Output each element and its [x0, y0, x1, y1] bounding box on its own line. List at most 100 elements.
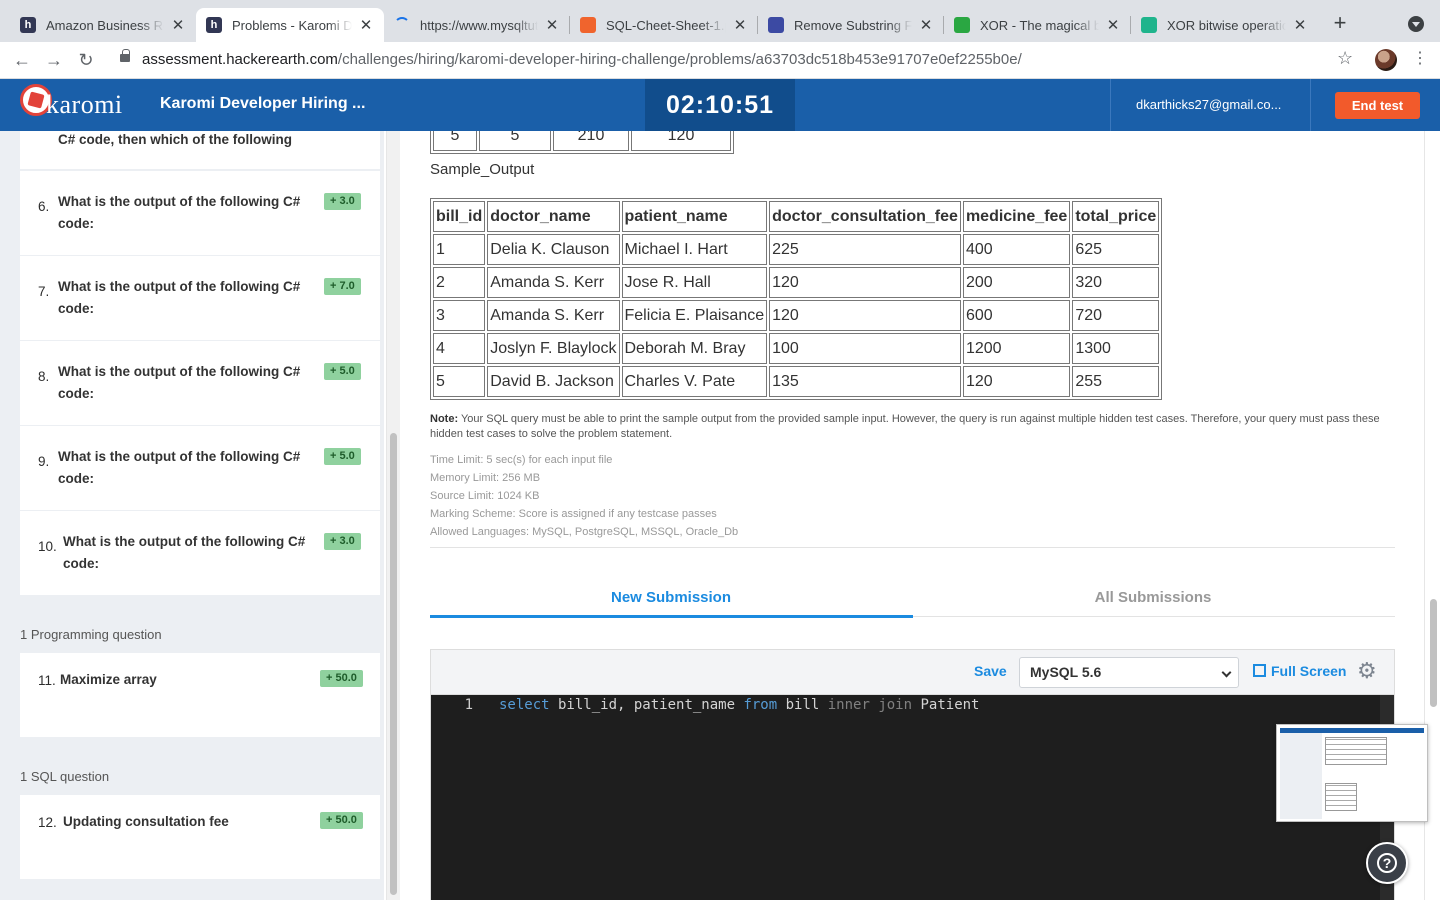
code-editor[interactable]: 1 select bill_id, patient_name from bill…	[430, 694, 1395, 900]
column-header: total_price	[1072, 201, 1160, 232]
table-cell: 600	[962, 300, 1071, 331]
score-badge: + 5.0	[324, 363, 361, 380]
forward-icon[interactable]: →	[44, 50, 64, 70]
address-bar[interactable]: assessment.hackerearth.com/challenges/hi…	[108, 46, 1366, 75]
question-text: Updating consultation fee	[63, 814, 229, 829]
browser-tab[interactable]: https://www.mysqltut ✕	[384, 8, 570, 42]
leaf-icon	[1141, 17, 1157, 33]
limit-line: Allowed Languages: MySQL, PostgreSQL, MS…	[430, 526, 739, 538]
table-cell: Amanda S. Kerr	[487, 300, 620, 331]
browser-tab[interactable]: Remove Substring Fro ✕	[758, 8, 944, 42]
reload-icon[interactable]: ↻	[76, 50, 96, 70]
tab-all-submissions[interactable]: All Submissions	[912, 589, 1394, 606]
browser-tab[interactable]: h Amazon Business Res ✕	[10, 8, 196, 42]
tab-title: Amazon Business Res	[46, 17, 164, 33]
sidebar-scroll-thumb[interactable]	[390, 433, 397, 895]
question-card-9[interactable]: 9. What is the output of the following C#…	[20, 426, 380, 510]
language-select[interactable]: MySQL 5.6	[1019, 657, 1239, 688]
logo-text: karomi	[46, 90, 123, 119]
close-icon[interactable]: ✕	[1105, 16, 1121, 34]
browser-tab[interactable]: XOR - The magical bit ✕	[944, 8, 1131, 42]
tab-separator	[569, 16, 570, 34]
save-button[interactable]: Save	[974, 663, 1007, 679]
table-cell: 120	[962, 366, 1071, 397]
question-number: 6.	[38, 199, 50, 214]
url-text[interactable]: assessment.hackerearth.com/challenges/hi…	[142, 51, 1022, 68]
score-badge: + 50.0	[320, 670, 363, 687]
close-icon[interactable]: ✕	[358, 16, 374, 34]
table-cell: Delia K. Clauson	[487, 234, 620, 265]
profile-avatar[interactable]	[1375, 49, 1397, 71]
help-button[interactable]: ?	[1366, 842, 1408, 884]
limit-line: Memory Limit: 256 MB	[430, 472, 541, 484]
hackerearth-icon: h	[20, 17, 36, 33]
question-number: 12.	[38, 815, 57, 830]
table-cell: 1300	[1072, 333, 1160, 364]
close-icon[interactable]: ✕	[918, 16, 934, 34]
tab-title: XOR - The magical bit	[980, 17, 1099, 33]
close-icon[interactable]: ✕	[544, 16, 560, 34]
column-header: medicine_fee	[962, 201, 1071, 232]
table-cell: 625	[1072, 234, 1160, 265]
gear-icon[interactable]: ⚙	[1357, 660, 1379, 682]
screen-preview-thumbnail[interactable]	[1276, 724, 1428, 822]
page-scroll-thumb[interactable]	[1430, 599, 1437, 707]
table-cell: Joslyn F. Blaylock	[487, 333, 620, 364]
sidebar-scrollbar[interactable]	[386, 131, 400, 900]
question-card-7[interactable]: 7. What is the output of the following C#…	[20, 256, 380, 340]
table-cell: 120	[631, 131, 731, 151]
question-card-11[interactable]: 11. Maximize array + 50.0	[20, 653, 380, 737]
tab-new-submission[interactable]: New Submission	[430, 589, 912, 606]
editor-gutter: 1	[431, 695, 487, 900]
limit-line: Source Limit: 1024 KB	[430, 490, 540, 502]
question-text: What is the output of the following C# c…	[58, 194, 301, 231]
tab-search-icon[interactable]	[1408, 16, 1424, 32]
question-card-10[interactable]: 10. What is the output of the following C…	[20, 511, 380, 595]
close-icon[interactable]: ✕	[170, 16, 186, 34]
question-number: 11.	[38, 673, 56, 688]
close-icon[interactable]: ✕	[732, 16, 748, 34]
thumbnail-sidebar	[1280, 733, 1322, 819]
question-card-8[interactable]: 8. What is the output of the following C#…	[20, 341, 380, 425]
code-line[interactable]: select bill_id, patient_name from bill i…	[499, 697, 979, 713]
table-row: 4 Joslyn F. Blaylock Deborah M. Bray 100 120…	[433, 333, 1160, 364]
editor-toolbar: Save MySQL 5.6 Full Screen ⚙	[430, 649, 1395, 694]
browser-menu-icon[interactable]: ⋮	[1412, 50, 1428, 68]
tab-title: Remove Substring Fro	[794, 17, 912, 33]
table-cell: 100	[769, 333, 961, 364]
table-cell: 3	[433, 300, 486, 331]
table-cell: Michael I. Hart	[621, 234, 768, 265]
table-cell: 2	[433, 267, 486, 298]
question-text: Maximize array	[60, 672, 157, 687]
table-cell: 720	[1072, 300, 1160, 331]
question-text: What is the output of the following C# c…	[58, 279, 301, 316]
new-tab-plus-icon[interactable]: +	[1328, 12, 1352, 36]
back-icon[interactable]: ←	[12, 50, 32, 70]
tab-title: https://www.mysqltut	[420, 17, 538, 33]
bookmark-star-icon[interactable]: ☆	[1337, 48, 1353, 69]
close-icon[interactable]: ✕	[1292, 16, 1308, 34]
browser-tab[interactable]: h Problems - Karomi De ✕	[196, 8, 384, 42]
url-host: assessment.hackerearth.com	[142, 51, 338, 68]
expand-icon	[1253, 664, 1266, 677]
table-cell: 120	[769, 300, 961, 331]
column-header: doctor_consultation_fee	[769, 201, 961, 232]
full-screen-button[interactable]: Full Screen	[1253, 663, 1346, 679]
question-card-partial[interactable]: C# code, then which of the following	[20, 131, 380, 169]
score-badge: + 3.0	[324, 193, 361, 210]
question-card-6[interactable]: 6. What is the output of the following C#…	[20, 171, 380, 255]
limit-line: Time Limit: 5 sec(s) for each input file	[430, 454, 613, 466]
table-cell: 120	[769, 267, 961, 298]
code-token: from	[743, 697, 778, 713]
browser-tab[interactable]: XOR bitwise operation ✕	[1131, 8, 1318, 42]
table-cell: 5	[479, 131, 551, 151]
end-test-button[interactable]: End test	[1335, 92, 1420, 119]
note-label: Note:	[430, 413, 459, 425]
question-card-12[interactable]: 12. Updating consultation fee + 50.0	[20, 795, 380, 879]
page-scrollbar[interactable]	[1427, 131, 1440, 900]
browser-tab[interactable]: SQL-Cheet-Sheet-1.p ✕	[570, 8, 758, 42]
code-token: bill_id, patient_name	[549, 697, 744, 713]
sample-input-table: 5 5 210 120	[430, 131, 734, 154]
user-email[interactable]: dkarthicks27@gmail.co...	[1136, 97, 1281, 112]
limits-list: Time Limit: 5 sec(s) for each input file…	[430, 451, 738, 541]
